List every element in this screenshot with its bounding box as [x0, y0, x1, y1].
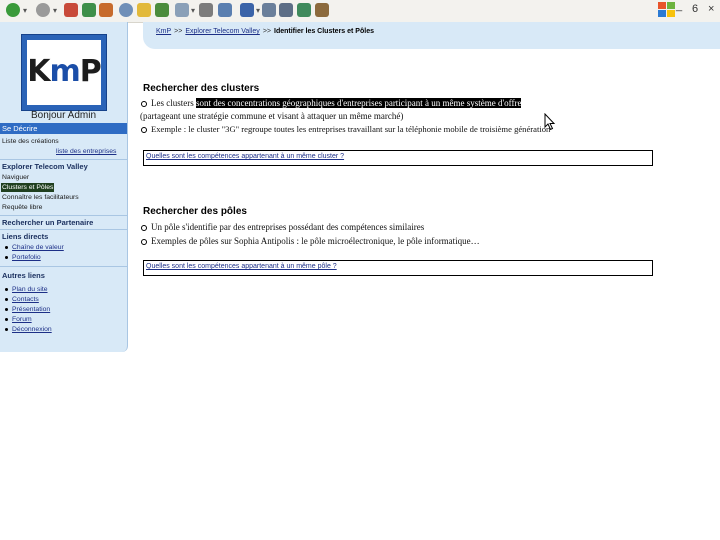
greeting-text: Bonjour Admin	[30, 110, 97, 121]
sidebar-link-portefolio[interactable]: Portefolio	[12, 253, 41, 262]
divider	[0, 215, 127, 216]
discuss-icon[interactable]	[262, 3, 276, 17]
poles-query-box[interactable]: Quelles sont les compétences appartenant…	[143, 260, 653, 276]
kmp-logo[interactable]: KmP	[21, 34, 107, 111]
poles-heading: Rechercher des pôles	[143, 206, 247, 217]
forward-icon[interactable]	[36, 3, 50, 17]
clusters-definition: Les clusters sont des concentrations géo…	[151, 98, 522, 108]
divider	[0, 266, 127, 267]
clusters-definition-cont: (partageant une stratégie commune et vis…	[140, 111, 404, 121]
edit-icon[interactable]	[218, 3, 232, 17]
sidebar-link-plan-site[interactable]: Plan du site	[12, 285, 48, 294]
poles-query-link[interactable]: Quelles sont les compétences appartenant…	[146, 263, 337, 270]
close-button[interactable]: ×	[708, 3, 714, 15]
favorites-icon[interactable]	[137, 3, 151, 17]
clusters-query-box[interactable]: Quelles sont les compétences appartenant…	[143, 150, 653, 166]
mouse-cursor-icon	[544, 113, 556, 131]
divider	[0, 229, 127, 230]
sidebar-link-liste-creations[interactable]: Liste des créations	[2, 137, 59, 146]
restore-button[interactable]: 6	[692, 3, 698, 15]
bullet-icon	[141, 239, 147, 245]
sidebar-link-contacts[interactable]: Contacts	[12, 295, 39, 304]
bullet-icon	[5, 308, 8, 311]
sidebar-link-naviguer[interactable]: Naviguer	[2, 173, 29, 182]
clusters-query-link[interactable]: Quelles sont les compétences appartenant…	[146, 153, 344, 160]
bullet-icon	[5, 298, 8, 301]
print-icon[interactable]	[199, 3, 213, 17]
breadcrumb-current: Identifier les Clusters et Pôles	[274, 28, 374, 35]
home-icon[interactable]	[99, 3, 113, 17]
sidebar-link-requete-libre[interactable]: Requête libre	[2, 203, 42, 212]
edit-word-icon[interactable]	[240, 3, 254, 17]
breadcrumb-bar: KmP >> Explorer Telecom Valley >> Identifier…	[143, 22, 720, 49]
sidebar-link-liste-entreprises[interactable]: liste des entreprises	[56, 147, 116, 156]
sidebar-link-forum[interactable]: Forum	[12, 315, 32, 324]
back-dropdown-icon[interactable]: ▾	[23, 6, 27, 15]
bullet-icon	[5, 246, 8, 249]
sidebar: KmP Bonjour Admin Se Décrire Liste des c…	[0, 22, 128, 352]
bullet-icon	[5, 318, 8, 321]
sidebar-link-facilitateurs[interactable]: Connaître les facilitateurs	[2, 193, 79, 202]
bullet-icon	[141, 225, 147, 231]
selected-text[interactable]: sont des concentrations géographiques d'…	[196, 98, 522, 108]
browser-toolbar: ▾ ▾ ▾ ▾ _ 6 ×	[0, 0, 720, 23]
bullet-icon	[5, 288, 8, 291]
bullet-icon	[5, 256, 8, 259]
poles-example: Exemples de pôles sur Sophia Antipolis :…	[151, 236, 480, 246]
history-icon[interactable]	[155, 3, 169, 17]
refresh-icon[interactable]	[82, 3, 96, 17]
section-partenaire[interactable]: Rechercher un Partenaire	[0, 217, 127, 228]
forward-dropdown-icon[interactable]: ▾	[53, 6, 57, 15]
section-explorer[interactable]: Explorer Telecom Valley	[0, 161, 127, 172]
section-liens-directs: Liens directs	[2, 232, 49, 241]
window-controls: _ 6 ×	[652, 0, 720, 22]
sidebar-link-presentation[interactable]: Présentation	[12, 305, 50, 314]
breadcrumb: KmP >> Explorer Telecom Valley >> Identifier…	[156, 28, 374, 35]
translate-icon[interactable]	[315, 3, 329, 17]
minimize-button[interactable]: _	[676, 0, 682, 12]
section-autres-liens: Autres liens	[2, 271, 45, 280]
sidebar-link-chaine-valeur[interactable]: Chaîne de valeur	[12, 243, 64, 252]
bullet-icon	[5, 328, 8, 331]
bullet-icon	[141, 127, 147, 133]
clusters-example: Exemple : le cluster "3G" regroupe toute…	[151, 124, 551, 134]
sidebar-link-deconnexion[interactable]: Déconnexion	[12, 325, 52, 334]
research-icon[interactable]	[279, 3, 293, 17]
mail-icon[interactable]	[175, 3, 189, 17]
poles-definition: Un pôle s'identifie par des entreprises …	[151, 222, 425, 232]
mail-dropdown-icon[interactable]: ▾	[191, 6, 195, 15]
sidebar-link-clusters-poles[interactable]: Clusters et Pôles	[1, 183, 55, 192]
bullet-icon	[141, 101, 147, 107]
back-icon[interactable]	[6, 3, 20, 17]
edit-dropdown-icon[interactable]: ▾	[256, 6, 260, 15]
divider	[0, 159, 127, 160]
search-icon[interactable]	[119, 3, 133, 17]
stop-icon[interactable]	[64, 3, 78, 17]
clusters-heading: Rechercher des clusters	[143, 83, 260, 94]
breadcrumb-explorer-link[interactable]: Explorer Telecom Valley	[185, 28, 259, 35]
section-se-decrire[interactable]: Se Décrire	[0, 123, 127, 134]
breadcrumb-home-link[interactable]: KmP	[156, 28, 171, 35]
messenger-icon[interactable]	[297, 3, 311, 17]
